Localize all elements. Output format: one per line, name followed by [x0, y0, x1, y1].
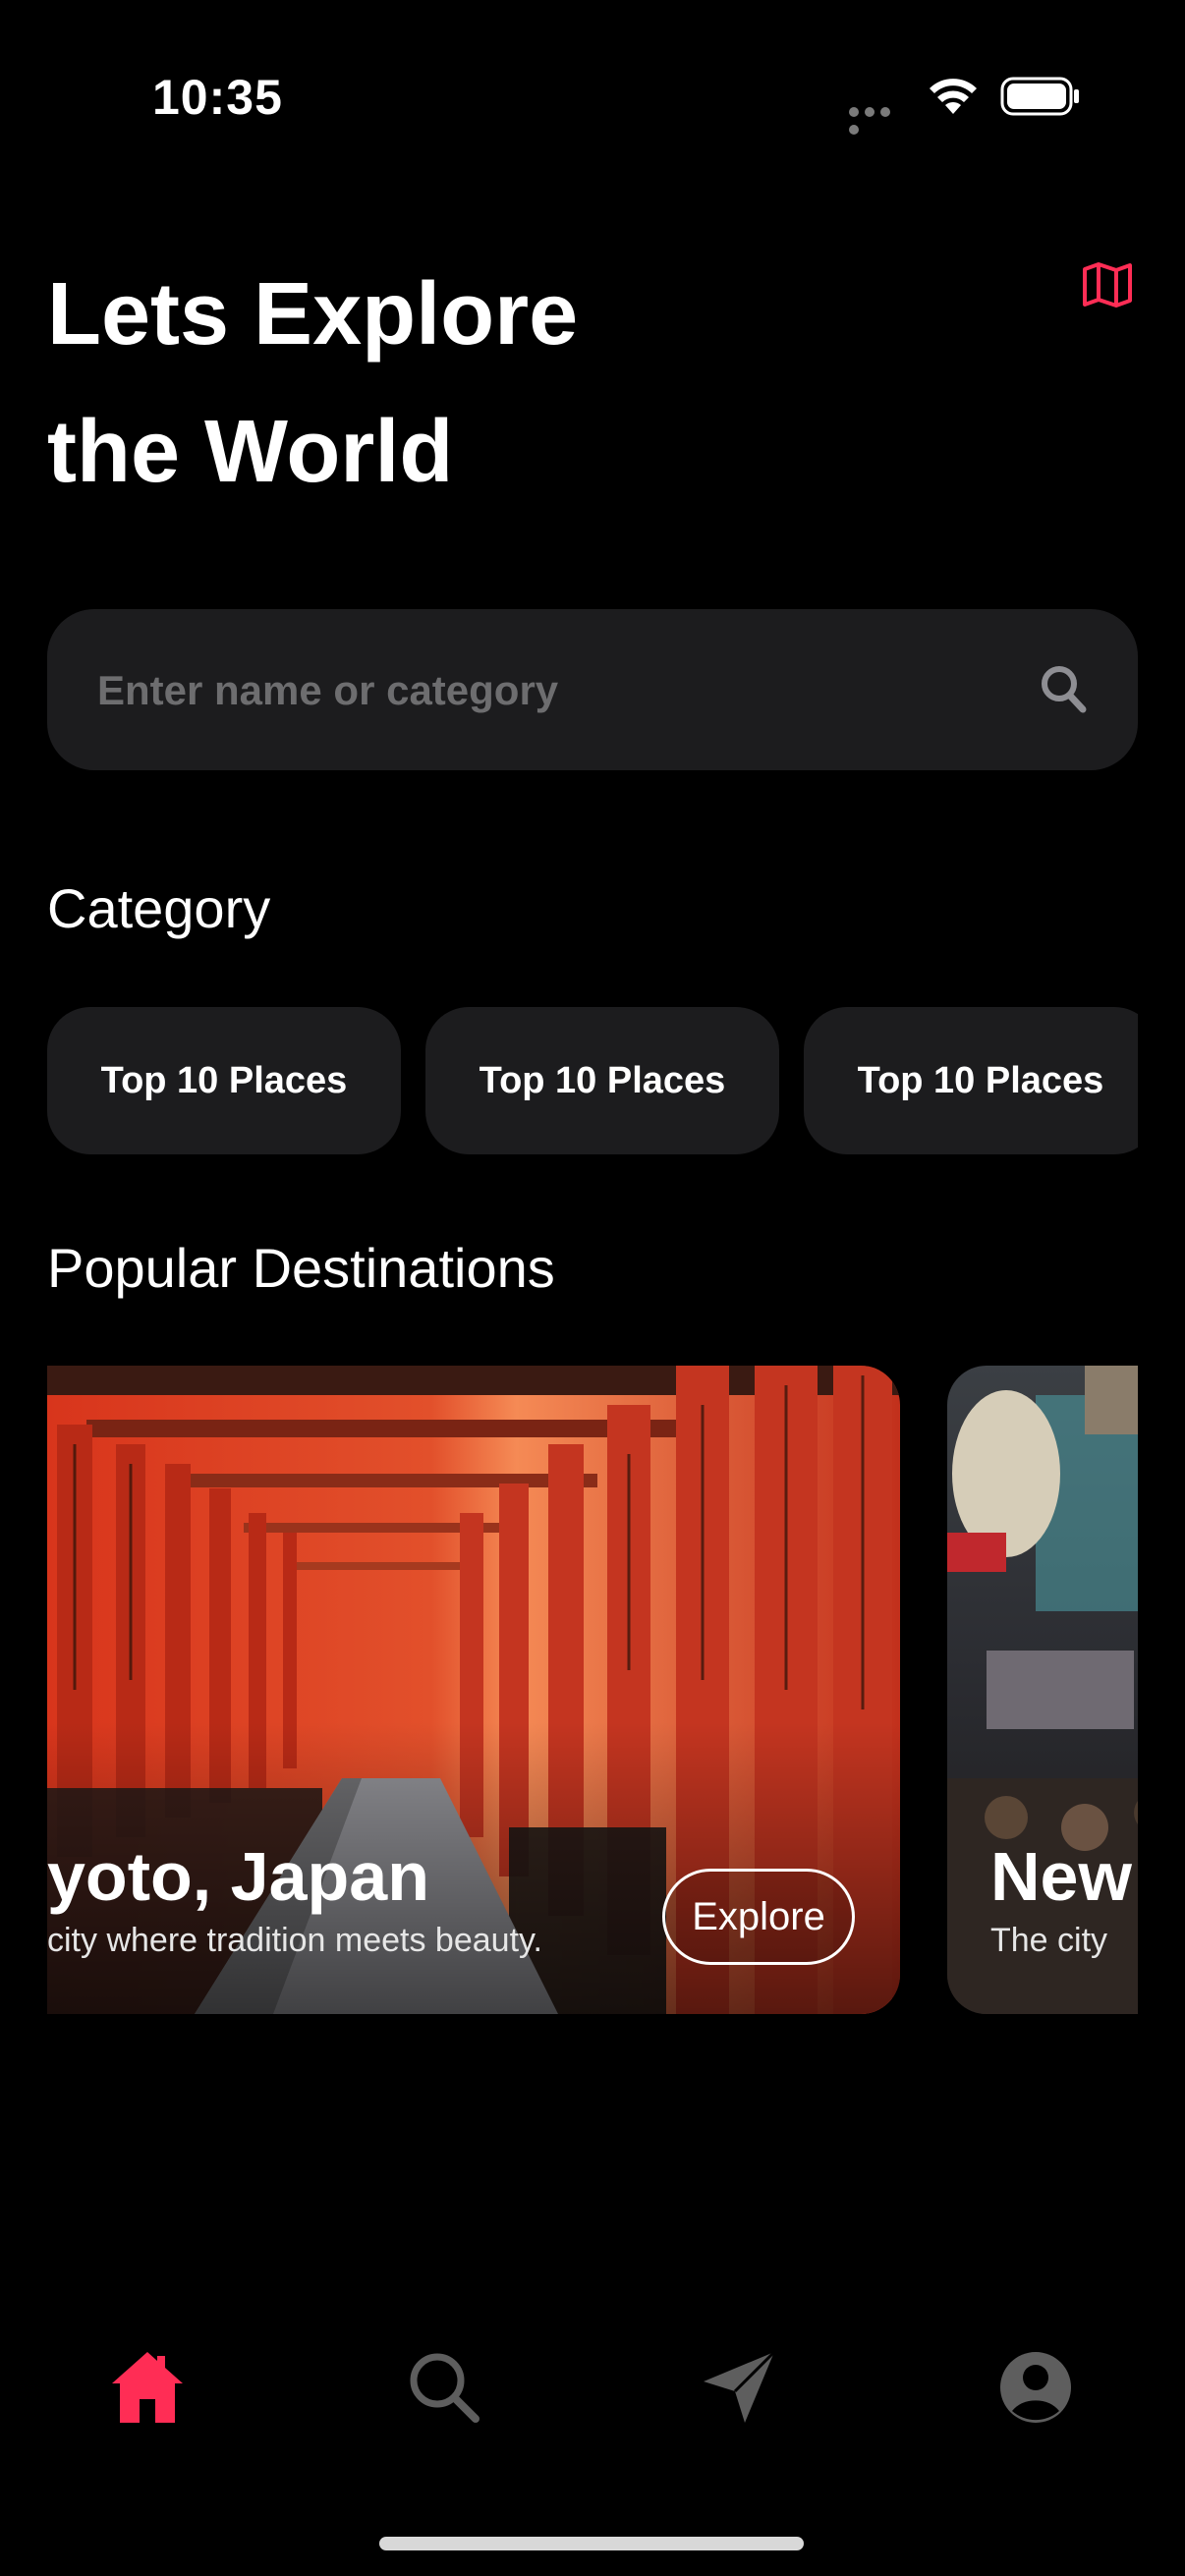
category-list: Top 10 Places Top 10 Places Top 10 Place…	[47, 1007, 1138, 1154]
category-chip[interactable]: Top 10 Places	[804, 1007, 1138, 1154]
home-icon[interactable]	[108, 2348, 187, 2427]
new-york-image	[947, 1366, 1138, 2014]
map-icon[interactable]	[1082, 261, 1133, 308]
destination-card[interactable]: New The city	[947, 1366, 1138, 2014]
search-bar	[47, 609, 1138, 772]
destination-description: city where tradition meets beauty.	[47, 1922, 542, 1959]
title-line-2: the World	[47, 403, 454, 501]
cellular-signal-icon	[849, 104, 908, 135]
destination-card[interactable]: yoto, Japan city where tradition meets b…	[47, 1366, 900, 2014]
page-title: Lets Explore the World	[47, 246, 735, 521]
explore-button[interactable]: Explore	[662, 1869, 855, 1965]
search-input[interactable]	[95, 609, 984, 772]
search-icon[interactable]	[1040, 664, 1087, 715]
profile-icon[interactable]	[996, 2348, 1075, 2427]
destinations-carousel: yoto, Japan city where tradition meets b…	[47, 1366, 1138, 2014]
category-chip[interactable]: Top 10 Places	[425, 1007, 779, 1154]
destination-description: The city	[990, 1922, 1108, 1959]
destination-title: yoto, Japan	[47, 1838, 429, 1915]
category-chip[interactable]: Top 10 Places	[47, 1007, 401, 1154]
send-icon[interactable]	[700, 2348, 778, 2427]
destination-title: New	[990, 1838, 1132, 1915]
title-line-1: Lets Explore	[47, 265, 579, 364]
status-time: 10:35	[152, 70, 283, 125]
popular-destinations-heading: Popular Destinations	[47, 1237, 555, 1299]
search-icon[interactable]	[405, 2348, 483, 2427]
battery-icon	[1000, 77, 1079, 116]
category-heading: Category	[47, 877, 271, 939]
home-indicator	[379, 2537, 804, 2550]
wifi-icon	[930, 79, 977, 114]
